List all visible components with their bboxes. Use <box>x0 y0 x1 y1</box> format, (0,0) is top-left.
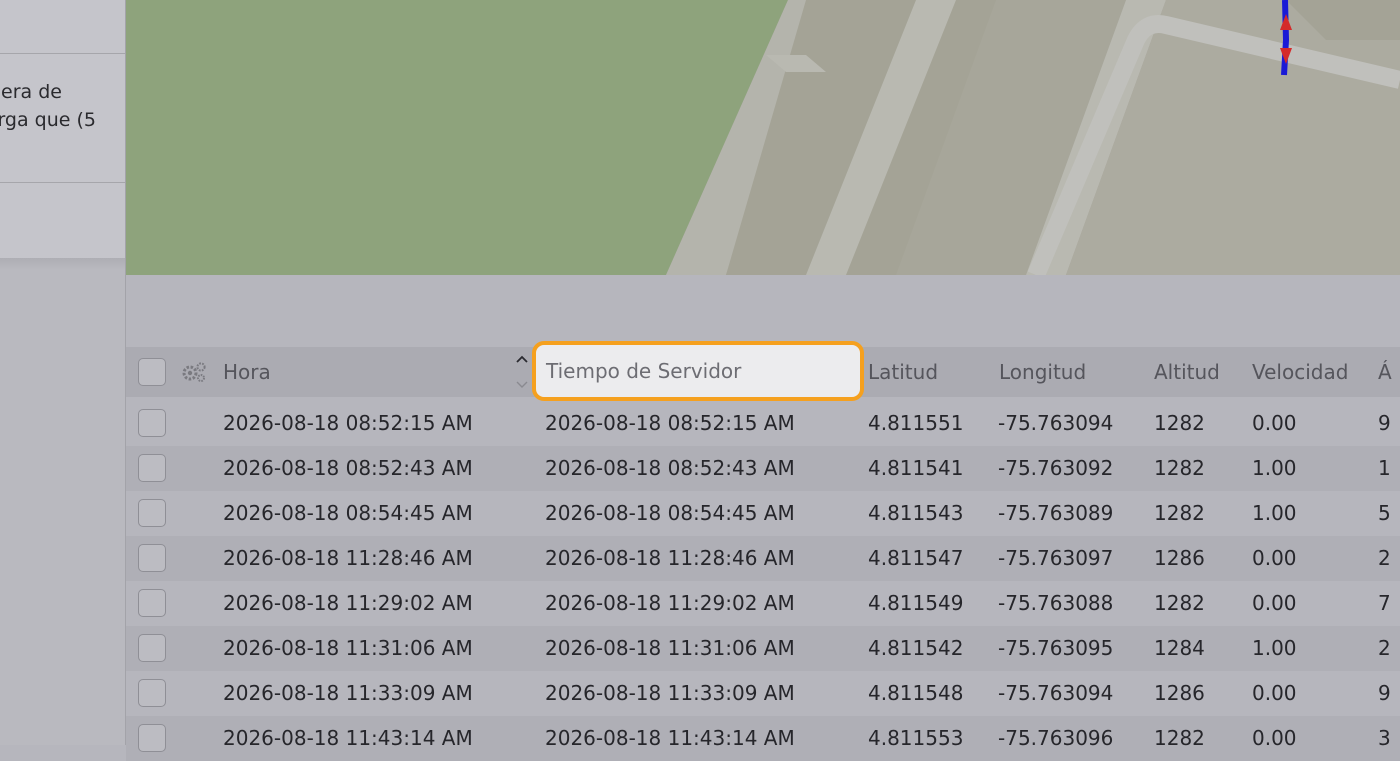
cell-latitud: 4.811551 <box>868 411 964 435</box>
cell-longitud: -75.763094 <box>998 681 1114 705</box>
cell-next: 2 <box>1378 546 1391 570</box>
cell-longitud: -75.763094 <box>998 411 1114 435</box>
cell-next: 7 <box>1378 591 1391 615</box>
cell-velocidad: 0.00 <box>1252 411 1297 435</box>
cell-latitud: 4.811548 <box>868 681 964 705</box>
header-next-column[interactable]: Á <box>1378 347 1392 397</box>
map-view[interactable] <box>126 0 1400 275</box>
cell-longitud: -75.763092 <box>998 456 1114 480</box>
header-longitud[interactable]: Longitud <box>999 347 1086 397</box>
row-checkbox[interactable] <box>138 589 166 617</box>
cell-hora: 2026-08-18 08:54:45 AM <box>223 501 473 525</box>
header-tiempo-servidor[interactable]: Tiempo de Servidor <box>532 341 864 401</box>
cell-latitud: 4.811549 <box>868 591 964 615</box>
table-header: Hora Tiempo de Servidor Latitud Longitud… <box>126 341 1400 401</box>
cell-altitud: 1282 <box>1154 591 1205 615</box>
sidebar-item[interactable] <box>0 0 125 54</box>
cell-next: 9 <box>1378 681 1391 705</box>
column-settings-gear-icon[interactable] <box>181 361 207 383</box>
cell-next: 2 <box>1378 636 1391 660</box>
cell-latitud: 4.811542 <box>868 636 964 660</box>
cell-next: 9 <box>1378 411 1391 435</box>
sort-arrows-icon[interactable] <box>515 353 529 391</box>
sidebar-message-text: nera de arga que (5 <box>0 78 122 134</box>
cell-next: 5 <box>1378 501 1391 525</box>
cell-velocidad: 1.00 <box>1252 501 1297 525</box>
cell-altitud: 1282 <box>1154 456 1205 480</box>
cell-servidor: 2026-08-18 08:52:15 AM <box>545 411 795 435</box>
cell-altitud: 1286 <box>1154 681 1205 705</box>
cell-hora: 2026-08-18 11:31:06 AM <box>223 636 473 660</box>
left-sidebar: nera de arga que (5 <box>0 0 126 745</box>
table-row[interactable]: 2026-08-18 11:29:02 AM 2026-08-18 11:29:0… <box>126 581 1400 626</box>
sidebar-message-item[interactable]: nera de arga que (5 <box>0 54 125 183</box>
cell-longitud: -75.763089 <box>998 501 1114 525</box>
cell-altitud: 1282 <box>1154 501 1205 525</box>
table-row[interactable]: 2026-08-18 11:43:14 AM 2026-08-18 11:43:1… <box>126 716 1400 761</box>
row-checkbox[interactable] <box>138 544 166 572</box>
table-row[interactable]: 2026-08-18 08:52:43 AM 2026-08-18 08:52:4… <box>126 446 1400 491</box>
header-altitud[interactable]: Altitud <box>1154 347 1220 397</box>
cell-longitud: -75.763095 <box>998 636 1114 660</box>
select-all-checkbox[interactable] <box>138 358 166 386</box>
cell-velocidad: 0.00 <box>1252 726 1297 750</box>
cell-servidor: 2026-08-18 08:52:43 AM <box>545 456 795 480</box>
row-checkbox[interactable] <box>138 634 166 662</box>
table-row[interactable]: 2026-08-18 11:31:06 AM 2026-08-18 11:31:0… <box>126 626 1400 671</box>
cell-hora: 2026-08-18 11:28:46 AM <box>223 546 473 570</box>
cell-latitud: 4.811541 <box>868 456 964 480</box>
cell-servidor: 2026-08-18 11:29:02 AM <box>545 591 795 615</box>
cell-velocidad: 0.00 <box>1252 591 1297 615</box>
row-checkbox[interactable] <box>138 409 166 437</box>
cell-servidor: 2026-08-18 11:31:06 AM <box>545 636 795 660</box>
row-checkbox[interactable] <box>138 679 166 707</box>
cell-hora: 2026-08-18 08:52:15 AM <box>223 411 473 435</box>
sidebar-divider <box>0 258 125 270</box>
cell-hora: 2026-08-18 08:52:43 AM <box>223 456 473 480</box>
cell-next: 1 <box>1378 456 1391 480</box>
cell-hora: 2026-08-18 11:43:14 AM <box>223 726 473 750</box>
cell-longitud: -75.763097 <box>998 546 1114 570</box>
cell-altitud: 1284 <box>1154 636 1205 660</box>
cell-hora: 2026-08-18 11:33:09 AM <box>223 681 473 705</box>
table-row[interactable]: 2026-08-18 11:33:09 AM 2026-08-18 11:33:0… <box>126 671 1400 716</box>
cell-velocidad: 0.00 <box>1252 546 1297 570</box>
route-track[interactable] <box>1281 0 1290 76</box>
cell-altitud: 1286 <box>1154 546 1205 570</box>
cell-altitud: 1282 <box>1154 726 1205 750</box>
panel-separator <box>126 275 1400 347</box>
cell-altitud: 1282 <box>1154 411 1205 435</box>
table-row[interactable]: 2026-08-18 08:54:45 AM 2026-08-18 08:54:4… <box>126 491 1400 536</box>
cell-longitud: -75.763088 <box>998 591 1114 615</box>
row-checkbox[interactable] <box>138 454 166 482</box>
header-latitud[interactable]: Latitud <box>868 347 938 397</box>
header-tiempo-servidor-label: Tiempo de Servidor <box>546 359 742 383</box>
cell-longitud: -75.763096 <box>998 726 1114 750</box>
table-row[interactable]: 2026-08-18 08:52:15 AM 2026-08-18 08:52:1… <box>126 401 1400 446</box>
cell-latitud: 4.811543 <box>868 501 964 525</box>
cell-latitud: 4.811553 <box>868 726 964 750</box>
cell-velocidad: 1.00 <box>1252 456 1297 480</box>
cell-servidor: 2026-08-18 08:54:45 AM <box>545 501 795 525</box>
header-velocidad[interactable]: Velocidad <box>1252 347 1348 397</box>
row-checkbox[interactable] <box>138 724 166 752</box>
table-row[interactable]: 2026-08-18 11:28:46 AM 2026-08-18 11:28:4… <box>126 536 1400 581</box>
row-checkbox[interactable] <box>138 499 166 527</box>
cell-next: 3 <box>1378 726 1391 750</box>
cell-latitud: 4.811547 <box>868 546 964 570</box>
message-line: arga que (5 <box>0 109 96 131</box>
positions-table: Hora Tiempo de Servidor Latitud Longitud… <box>126 341 1400 761</box>
map-canvas[interactable] <box>126 0 1400 275</box>
cell-servidor: 2026-08-18 11:33:09 AM <box>545 681 795 705</box>
cell-hora: 2026-08-18 11:29:02 AM <box>223 591 473 615</box>
cell-servidor: 2026-08-18 11:28:46 AM <box>545 546 795 570</box>
message-line: nera de <box>0 81 62 103</box>
header-hora[interactable]: Hora <box>223 347 271 397</box>
cell-velocidad: 1.00 <box>1252 636 1297 660</box>
sidebar-item[interactable] <box>0 183 125 261</box>
cell-servidor: 2026-08-18 11:43:14 AM <box>545 726 795 750</box>
cell-velocidad: 0.00 <box>1252 681 1297 705</box>
